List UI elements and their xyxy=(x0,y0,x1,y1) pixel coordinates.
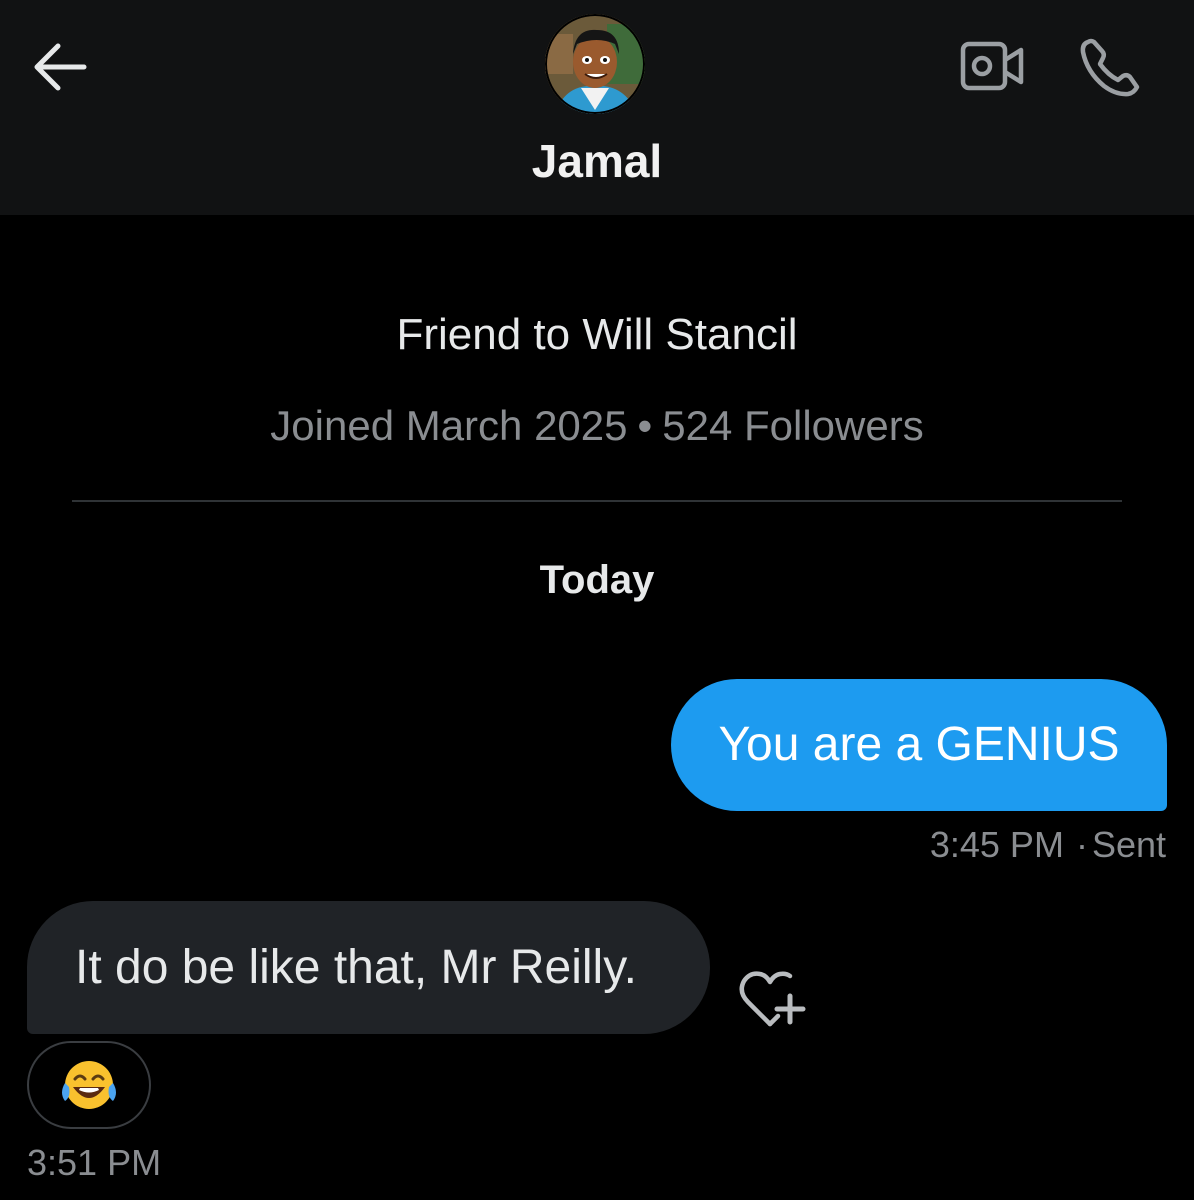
video-camera-icon xyxy=(960,41,1024,91)
video-call-button[interactable] xyxy=(958,38,1026,94)
arrow-left-icon xyxy=(34,43,87,91)
profile-meta: Joined March 2025 • 524 Followers xyxy=(0,402,1194,450)
message-reaction[interactable] xyxy=(27,1041,151,1129)
status-separator: · xyxy=(1075,824,1088,865)
followers-count[interactable]: 524 Followers xyxy=(662,402,923,449)
avatar[interactable] xyxy=(545,14,645,114)
sent-message-status: 3:45 PM · Sent xyxy=(930,824,1166,866)
heart-plus-icon xyxy=(739,971,806,1027)
profile-bio: Friend to Will Stancil xyxy=(396,310,798,359)
received-message-time: 3:51 PM xyxy=(27,1142,162,1183)
phone-icon xyxy=(1080,38,1140,97)
received-message-bubble[interactable]: It do be like that, Mr Reilly. xyxy=(27,901,710,1034)
conversation-header: Jamal xyxy=(0,0,1194,215)
day-label: Today xyxy=(539,558,655,602)
add-reaction-button[interactable] xyxy=(734,966,806,1030)
sent-message-bubble[interactable]: You are a GENIUS xyxy=(671,679,1167,811)
delivery-status: Sent xyxy=(1091,824,1166,865)
voice-call-button[interactable] xyxy=(1078,34,1142,98)
contact-name[interactable]: Jamal xyxy=(0,134,1194,188)
message-time: 3:45 PM xyxy=(929,824,1064,865)
face-with-tears-of-joy-icon xyxy=(62,1061,116,1109)
cartoon-avatar-image xyxy=(545,14,645,114)
divider xyxy=(72,500,1122,502)
back-button[interactable] xyxy=(28,38,92,96)
meta-separator: • xyxy=(637,402,653,449)
joined-date: Joined March 2025 xyxy=(270,402,628,449)
